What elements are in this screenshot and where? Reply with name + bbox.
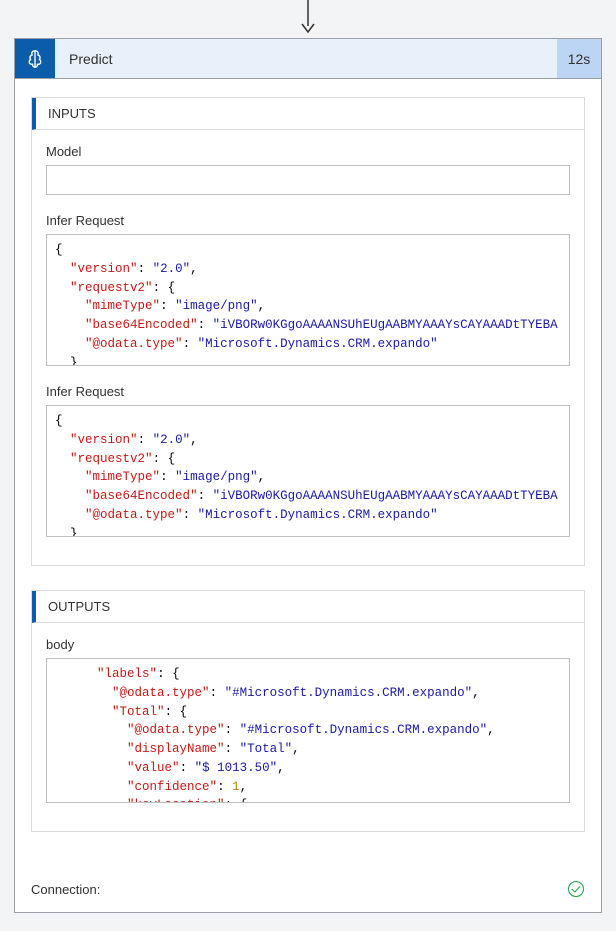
json-value: #Microsoft.Dynamics.CRM.expando: [232, 686, 465, 700]
json-key: @odata.type: [93, 337, 176, 351]
json-key: value: [135, 761, 173, 775]
json-key: displayName: [135, 742, 218, 756]
json-value: 2.0: [160, 433, 183, 447]
json-value: Microsoft.Dynamics.CRM.expando: [205, 508, 430, 522]
json-key: Total: [120, 705, 158, 719]
json-key: @odata.type: [93, 508, 176, 522]
inputs-section: INPUTS Model Infer Request { "version": …: [31, 97, 585, 566]
json-value: 1: [232, 780, 240, 794]
outputs-header: OUTPUTS: [32, 591, 584, 623]
json-key: version: [78, 262, 131, 276]
json-key: base64Encoded: [93, 318, 191, 332]
json-value: Microsoft.Dynamics.CRM.expando: [205, 337, 430, 351]
json-key: version: [78, 433, 131, 447]
model-input[interactable]: [46, 165, 570, 195]
flow-arrow: [0, 0, 616, 38]
body-code[interactable]: "labels": { "@odata.type": "#Microsoft.D…: [46, 658, 570, 803]
json-value: iVBORw0KGgoAAAANSUhEUgAABMYAAAYsCAYAAADt…: [220, 489, 558, 503]
json-key: mimeType: [93, 470, 153, 484]
outputs-section: OUTPUTS body "labels": { "@odata.type": …: [31, 590, 585, 832]
inputs-header: INPUTS: [32, 98, 584, 130]
body-label: body: [46, 637, 570, 652]
json-value: iVBORw0KGgoAAAANSUhEUgAABMYAAAYsCAYAAADt…: [220, 318, 558, 332]
infer-request-2-code[interactable]: { "version": "2.0", "requestv2": { "mime…: [46, 405, 570, 537]
json-key: mimeType: [93, 299, 153, 313]
json-key: requestv2: [78, 281, 146, 295]
json-value: image/png: [183, 470, 251, 484]
json-key: keyLocation: [135, 798, 218, 803]
json-key: @odata.type: [120, 686, 203, 700]
card-footer: Connection:: [15, 870, 601, 912]
json-value: 2.0: [160, 262, 183, 276]
json-value: Total: [247, 742, 285, 756]
brain-icon: [15, 39, 55, 78]
duration-badge: 12s: [557, 39, 601, 78]
json-key: confidence: [135, 780, 210, 794]
card-header[interactable]: Predict 12s: [15, 39, 601, 79]
json-key: @odata.type: [135, 723, 218, 737]
predict-step-card[interactable]: Predict 12s INPUTS Model Infer Request {…: [14, 38, 602, 913]
infer-request-2-label: Infer Request: [46, 384, 570, 399]
json-value: image/png: [183, 299, 251, 313]
json-key: requestv2: [78, 452, 146, 466]
model-label: Model: [46, 144, 570, 159]
card-body: INPUTS Model Infer Request { "version": …: [15, 79, 601, 870]
infer-request-1-label: Infer Request: [46, 213, 570, 228]
infer-request-1-code[interactable]: { "version": "2.0", "requestv2": { "mime…: [46, 234, 570, 366]
json-value: #Microsoft.Dynamics.CRM.expando: [247, 723, 480, 737]
json-key: base64Encoded: [93, 489, 191, 503]
json-key: labels: [105, 667, 150, 681]
connection-label: Connection:: [31, 882, 567, 897]
json-value: $ 1013.50: [202, 761, 270, 775]
card-title: Predict: [55, 39, 557, 78]
check-circle-icon: [567, 880, 585, 898]
